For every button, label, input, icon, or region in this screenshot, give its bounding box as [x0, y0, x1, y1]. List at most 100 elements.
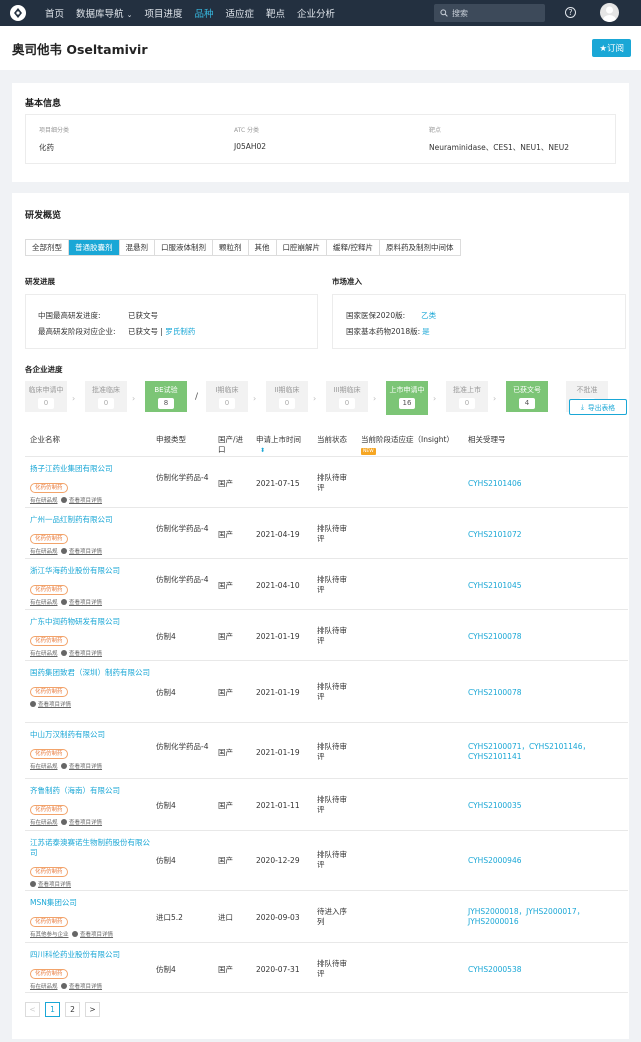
- project-detail-link[interactable]: 查看项目详情: [69, 764, 102, 770]
- info-field-category: 项目细分类 化药: [39, 127, 70, 152]
- stage-phase-2[interactable]: II期临床 0: [266, 381, 308, 412]
- page-header: 奥司他韦 Oseltamivir ★订阅: [0, 26, 641, 70]
- nav-indication[interactable]: 适应症: [225, 6, 254, 20]
- kv-highest-progress: 中国最高研发进度: 已获文号: [38, 311, 158, 320]
- project-detail-link[interactable]: 查看项目详情: [80, 932, 113, 938]
- kv-nrdl: 国家医保2020版: 乙类: [346, 311, 437, 320]
- avatar[interactable]: [600, 3, 619, 22]
- info-icon: [61, 819, 68, 825]
- acceptance-link[interactable]: CYHS2101045: [468, 581, 522, 591]
- variant-link[interactable]: 有其他参与企业: [30, 932, 69, 938]
- company-link[interactable]: 浙江华海药业股份有限公司: [30, 566, 150, 576]
- download-icon: ⤓: [580, 402, 584, 411]
- company-link[interactable]: 扬子江药业集团有限公司: [30, 464, 150, 474]
- tab-oral-liquid[interactable]: 口服液体制剂: [155, 240, 213, 255]
- variant-link[interactable]: 有在研品规: [30, 549, 58, 555]
- table-row: 广东中润药物研发有限公司 化药仿制药 有在研品规 查看项目详情 仿制4 国产 202…: [25, 610, 628, 661]
- tab-capsule[interactable]: 普通胶囊剂: [69, 240, 120, 255]
- stage-licensed[interactable]: 已获文号 4: [506, 381, 548, 412]
- th-origin: 国产/进口: [218, 435, 244, 454]
- variant-link[interactable]: 有在研品规: [30, 820, 58, 826]
- basic-info-box: 项目细分类 化药 ATC 分类 J05AH02 靶点 Neuraminidase…: [25, 114, 616, 164]
- variant-link[interactable]: 有在研品规: [30, 984, 58, 990]
- variant-link[interactable]: 有在研品规: [30, 498, 58, 504]
- th-date[interactable]: 申请上市时间⬍: [256, 435, 306, 456]
- stage-phase-3[interactable]: III期临床 0: [326, 381, 368, 412]
- project-detail-link[interactable]: 查看项目详情: [69, 651, 102, 657]
- info-icon: [61, 650, 68, 656]
- table-row: 扬子江药业集团有限公司 化药仿制药 有在研品规 查看项目详情 仿制化学药品-4 国产…: [25, 457, 628, 508]
- company-link[interactable]: 中山万汉制药有限公司: [30, 730, 150, 740]
- search-input[interactable]: 搜索: [434, 4, 545, 22]
- page-2-button[interactable]: 2: [65, 1002, 80, 1017]
- tab-all-forms[interactable]: 全部剂型: [26, 240, 69, 255]
- company-link[interactable]: 广州一品红制药有限公司: [30, 515, 150, 525]
- acceptance-link[interactable]: CYHS2000946: [468, 856, 522, 866]
- project-detail-link[interactable]: 查看项目详情: [69, 984, 102, 990]
- company-link[interactable]: 广东中润药物研发有限公司: [30, 617, 150, 627]
- basic-info-card: 基本信息 项目细分类 化药 ATC 分类 J05AH02 靶点 Neuramin…: [12, 83, 629, 182]
- next-page-button[interactable]: >: [85, 1002, 100, 1017]
- sort-icon[interactable]: ⬍: [260, 447, 265, 454]
- nav-company-analysis[interactable]: 企业分析: [297, 6, 335, 20]
- chevron-right-icon: ›: [433, 394, 437, 403]
- nav-target[interactable]: 靶点: [266, 6, 285, 20]
- stage-clinical-application[interactable]: 临床申请中 0: [25, 381, 67, 412]
- acceptance-link[interactable]: CYHS2100035: [468, 801, 522, 811]
- logo-icon[interactable]: [10, 5, 26, 21]
- acceptance-link[interactable]: CYHS2100078: [468, 688, 522, 698]
- table-row: 中山万汉制药有限公司 化药仿制药 有在研品规 查看项目详情 仿制化学药品-4 国产 …: [25, 723, 628, 779]
- project-detail-link[interactable]: 查看项目详情: [38, 882, 71, 888]
- project-detail-link[interactable]: 查看项目详情: [69, 820, 102, 826]
- company-link[interactable]: 四川科伦药业股份有限公司: [30, 950, 150, 960]
- acceptance-link[interactable]: CYHS2100078: [468, 632, 522, 642]
- stage-approved[interactable]: 批准上市 0: [446, 381, 488, 412]
- variant-link[interactable]: 有在研品规: [30, 651, 58, 657]
- project-detail-link[interactable]: 查看项目详情: [38, 702, 71, 708]
- acceptance-link[interactable]: CYHS2000538: [468, 965, 522, 975]
- overview-card: 研发概览 全部剂型 普通胶囊剂 混悬剂 口服液体制剂 颗粒剂 其他 口腔崩解片 …: [12, 193, 629, 1039]
- nav-project-progress[interactable]: 项目进度: [144, 6, 182, 20]
- tab-sustained-release[interactable]: 缓释/控释片: [327, 240, 381, 255]
- acceptance-link[interactable]: JYHS2000018，JYHS2000017，JYHS2000016: [468, 907, 598, 927]
- table-row: 齐鲁制药（海南）有限公司 化药仿制药 有在研品规 查看项目详情 仿制4 国产 202…: [25, 779, 628, 831]
- acceptance-link[interactable]: CYHS2101406: [468, 479, 522, 489]
- stage-phase-1[interactable]: I期临床 0: [206, 381, 248, 412]
- tab-suspension[interactable]: 混悬剂: [120, 240, 155, 255]
- variant-link[interactable]: 有在研品规: [30, 600, 58, 606]
- project-detail-link[interactable]: 查看项目详情: [69, 498, 102, 504]
- nav-drug[interactable]: 品种: [194, 6, 213, 20]
- stage-clinical-approved[interactable]: 批准临床 0: [85, 381, 127, 412]
- stage-nda[interactable]: 上市申请中 16: [386, 381, 428, 415]
- subscribe-button[interactable]: ★订阅: [592, 39, 631, 57]
- help-icon[interactable]: ?: [565, 7, 576, 18]
- export-table-button[interactable]: ⤓ 导出表格: [569, 399, 627, 415]
- kv-highest-company: 最高研发阶段对应企业: 已获文号 | 罗氏制药: [38, 327, 196, 336]
- tab-api[interactable]: 原料药及制剂中间体: [380, 240, 460, 255]
- info-field-target: 靶点 Neuraminidase、CES1、NEU1、NEU2: [429, 127, 569, 152]
- nav-home[interactable]: 首页: [45, 6, 64, 20]
- company-link[interactable]: 罗氏制药: [165, 327, 195, 336]
- drug-type-tag: 化药仿制药: [30, 585, 68, 595]
- acceptance-link[interactable]: CYHS2101072: [468, 530, 522, 540]
- drug-type-tag: 化药仿制药: [30, 749, 68, 759]
- tab-odt[interactable]: 口腔崩解片: [277, 240, 327, 255]
- tab-granule[interactable]: 颗粒剂: [213, 240, 249, 255]
- nav-database[interactable]: 数据库导航 ⌄: [76, 6, 132, 20]
- drug-type-tag: 化药仿制药: [30, 483, 68, 493]
- variant-link[interactable]: 有在研品规: [30, 764, 58, 770]
- prev-page-button[interactable]: <: [25, 1002, 40, 1017]
- project-detail-link[interactable]: 查看项目详情: [69, 549, 102, 555]
- company-link[interactable]: 江苏诺泰澳赛诺生物制药股份有限公司: [30, 838, 150, 858]
- company-link[interactable]: 齐鲁制药（海南）有限公司: [30, 786, 150, 796]
- drug-type-tag: 化药仿制药: [30, 805, 68, 815]
- company-link[interactable]: MSN集团公司: [30, 898, 150, 908]
- tab-other[interactable]: 其他: [249, 240, 277, 255]
- stage-be-trial[interactable]: BE试验 8: [145, 381, 187, 412]
- project-detail-link[interactable]: 查看项目详情: [69, 600, 102, 606]
- acceptance-link[interactable]: CYHS2100071，CYHS2101146，CYHS2101141: [468, 742, 598, 762]
- th-indication: 当前阶段适应症（Insight） NEW: [361, 435, 454, 455]
- info-icon: [61, 983, 68, 989]
- company-link[interactable]: 国药集团致君（深圳）制药有限公司: [30, 668, 150, 678]
- page-1-button[interactable]: 1: [45, 1002, 60, 1017]
